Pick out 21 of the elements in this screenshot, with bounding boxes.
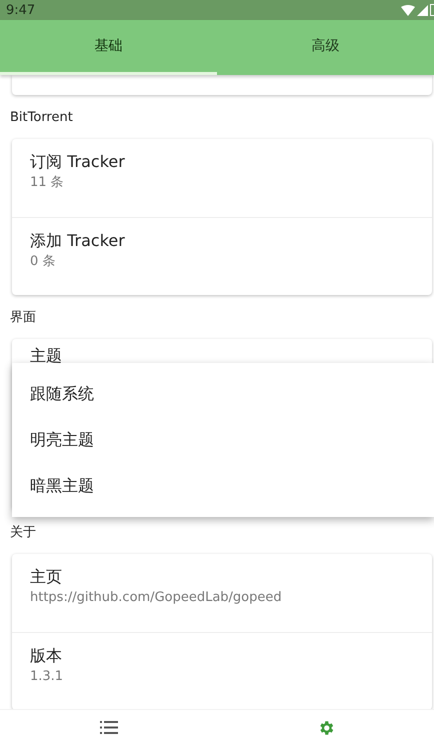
- setting-title: 主页: [30, 566, 62, 588]
- setting-value: 0 条: [30, 253, 56, 271]
- tab[interactable]: 高级: [217, 20, 434, 75]
- setting-value: 1.3.1: [30, 668, 64, 686]
- status-time: 9:47: [6, 2, 36, 18]
- menu-item[interactable]: 暗黑主题: [30, 476, 94, 496]
- setting-title: 版本: [30, 645, 62, 667]
- menu-item[interactable]: 跟随系统: [30, 384, 94, 404]
- section-label: BitTorrent: [10, 110, 73, 124]
- setting-value: 11 条: [30, 174, 64, 192]
- section-label: 关于: [10, 524, 36, 541]
- setting-value: https://github.com/GopeedLab/gopeed: [30, 589, 282, 607]
- signal-icon: [417, 4, 428, 16]
- setting-title: 主题: [30, 345, 62, 367]
- list-icon[interactable]: [100, 721, 118, 734]
- setting-title: 订阅 Tracker: [30, 151, 125, 173]
- wifi-icon: [401, 4, 415, 16]
- menu-item[interactable]: 明亮主题: [30, 430, 94, 450]
- battery-icon: [430, 4, 434, 16]
- setting-title: 添加 Tracker: [30, 230, 125, 252]
- section-label: 界面: [10, 309, 36, 326]
